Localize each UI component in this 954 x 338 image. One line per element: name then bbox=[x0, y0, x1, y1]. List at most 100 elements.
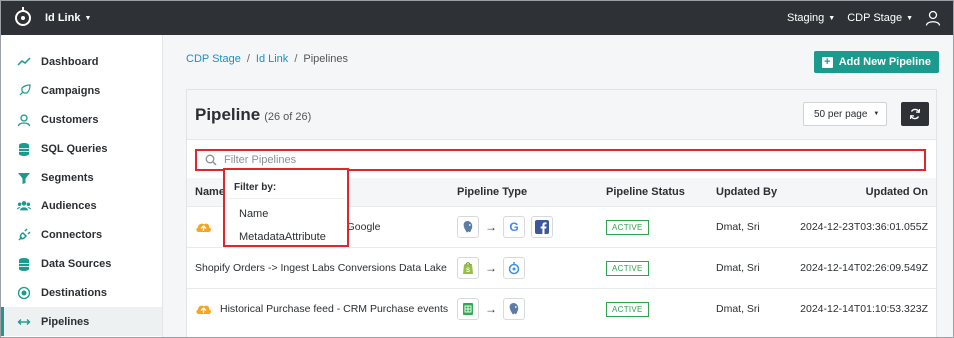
arrow-right-icon: → bbox=[485, 220, 497, 234]
breadcrumb: CDP Stage / Id Link / Pipelines bbox=[186, 53, 348, 65]
column-header-status[interactable]: Pipeline Status bbox=[606, 186, 685, 198]
spreadsheet-icon bbox=[457, 298, 479, 320]
plus-square-icon: + bbox=[821, 56, 833, 68]
column-header-name[interactable]: Name bbox=[195, 186, 225, 198]
add-new-pipeline-button[interactable]: + Add New Pipeline bbox=[813, 51, 939, 73]
pipeline-name[interactable]: Shopify Orders -> Ingest Labs Conversion… bbox=[195, 262, 447, 274]
sidebar-item-label: Dashboard bbox=[41, 56, 99, 69]
updated-on-cell: 2024-12-14T01:10:53.323Z bbox=[800, 303, 928, 315]
filter-icon bbox=[17, 171, 31, 185]
sidebar-item-label: Segments bbox=[41, 171, 94, 184]
column-header-updated-by[interactable]: Updated By bbox=[716, 186, 777, 198]
user-outline-icon bbox=[17, 113, 31, 127]
arrow-right-icon: → bbox=[485, 261, 497, 275]
chart-line-icon bbox=[17, 55, 31, 69]
pipeline-name[interactable]: Historical Purchase feed - CRM Purchase … bbox=[220, 303, 448, 315]
caret-down-icon: ▼ bbox=[828, 14, 836, 22]
env-label: Staging bbox=[786, 12, 825, 24]
arrows-h-icon bbox=[17, 315, 31, 329]
updated-on-cell: 2024-12-23T03:36:01.055Z bbox=[800, 221, 928, 233]
shopify-icon: S bbox=[457, 257, 479, 279]
sidebar-item-label: SQL Queries bbox=[41, 142, 108, 155]
sidebar-item-pipelines[interactable]: Pipelines bbox=[1, 307, 162, 336]
workspace-dropdown[interactable]: CDP Stage ▼ bbox=[847, 12, 913, 24]
caret-down-icon: ▼ bbox=[84, 14, 92, 22]
postgres-icon bbox=[457, 216, 479, 238]
top-right-menu: Staging ▼ CDP Stage ▼ bbox=[787, 10, 941, 26]
pipeline-type-cell: → G bbox=[457, 216, 553, 238]
breadcrumb-id-link[interactable]: Id Link bbox=[256, 53, 288, 65]
users-icon bbox=[17, 199, 31, 213]
breadcrumb-separator: / bbox=[294, 53, 298, 65]
app-window: Id Link ▼ Staging ▼ CDP Stage ▼ Dashboar… bbox=[0, 0, 954, 338]
sidebar-item-label: Campaigns bbox=[41, 85, 101, 98]
filter-pipelines-input[interactable] bbox=[224, 154, 904, 166]
sidebar-item-label: Pipelines bbox=[41, 315, 90, 328]
breadcrumb-current: Pipelines bbox=[303, 53, 349, 65]
pipeline-type-cell: → bbox=[457, 298, 525, 320]
table-row[interactable]: Historical Purchase feed - CRM Purchase … bbox=[187, 288, 936, 329]
status-badge: ACTIVE bbox=[606, 220, 649, 235]
breadcrumb-separator: / bbox=[246, 53, 250, 65]
sidebar-item-dashboard[interactable]: Dashboard bbox=[1, 48, 162, 77]
sidebar-item-segments[interactable]: Segments bbox=[1, 163, 162, 192]
sidebar-item-destinations[interactable]: Destinations bbox=[1, 278, 162, 307]
pipeline-type-cell: S → bbox=[457, 257, 525, 279]
svg-text:S: S bbox=[466, 268, 470, 274]
filter-option-name[interactable]: Name bbox=[239, 208, 268, 220]
database-icon bbox=[17, 257, 31, 271]
sidebar-item-label: Audiences bbox=[41, 200, 97, 213]
refresh-icon bbox=[909, 108, 921, 120]
per-page-value: 50 per page bbox=[814, 108, 868, 120]
updated-by-cell: Dmat, Sri bbox=[716, 221, 760, 233]
divider bbox=[229, 198, 345, 199]
caret-down-icon: ▼ bbox=[906, 14, 913, 22]
filter-by-label: Filter by: bbox=[234, 182, 277, 193]
card-title-text: Pipeline bbox=[195, 105, 261, 124]
workspace-label: CDP Stage bbox=[847, 12, 903, 24]
user-icon[interactable] bbox=[925, 10, 941, 26]
google-icon: G bbox=[503, 216, 525, 238]
database-icon bbox=[17, 142, 31, 156]
status-badge: ACTIVE bbox=[606, 261, 649, 276]
breadcrumb-cdp-stage[interactable]: CDP Stage bbox=[186, 53, 241, 65]
rocket-icon bbox=[17, 84, 31, 98]
env-dropdown[interactable]: Staging ▼ bbox=[787, 12, 835, 24]
app-switcher[interactable]: Id Link ▼ bbox=[45, 12, 91, 24]
sidebar-item-audiences[interactable]: Audiences bbox=[1, 192, 162, 221]
per-page-select[interactable]: 50 per page ▼ bbox=[803, 102, 887, 126]
add-button-label: Add New Pipeline bbox=[838, 56, 931, 68]
refresh-button[interactable] bbox=[901, 102, 929, 126]
updated-on-cell: 2024-12-14T02:26:09.549Z bbox=[800, 262, 928, 274]
target-icon bbox=[17, 286, 31, 300]
cloud-upload-icon bbox=[196, 223, 212, 232]
sidebar-item-customers[interactable]: Customers bbox=[1, 106, 162, 135]
search-icon bbox=[205, 154, 217, 166]
sidebar-item-connectors[interactable]: Connectors bbox=[1, 221, 162, 250]
sidebar-item-data-sources[interactable]: Data Sources bbox=[1, 250, 162, 279]
updated-by-cell: Dmat, Sri bbox=[716, 303, 760, 315]
sidebar-item-label: Data Sources bbox=[41, 257, 112, 270]
app-name: Id Link bbox=[45, 12, 81, 24]
card-header: Pipeline (26 of 26) 50 per page ▼ bbox=[187, 90, 936, 140]
postgres-icon bbox=[503, 298, 525, 320]
pipeline-name-cell: Historical Purchase feed - CRM Purchase … bbox=[195, 303, 448, 315]
filter-option-metadata-attribute[interactable]: MetadataAttribute bbox=[239, 231, 326, 243]
card-title: Pipeline (26 of 26) bbox=[195, 105, 311, 125]
pipeline-count: (26 of 26) bbox=[264, 111, 312, 123]
sidebar-item-sql-queries[interactable]: SQL Queries bbox=[1, 134, 162, 163]
ingest-labs-icon bbox=[503, 257, 525, 279]
pipeline-name-cell: Shopify Orders -> Ingest Labs Conversion… bbox=[195, 262, 447, 274]
cloud-upload-icon bbox=[196, 305, 212, 314]
sidebar: Dashboard Campaigns Customers SQL Querie… bbox=[1, 35, 163, 337]
sidebar-item-campaigns[interactable]: Campaigns bbox=[1, 77, 162, 106]
sidebar-item-label: Customers bbox=[41, 113, 99, 126]
arrow-right-icon: → bbox=[485, 302, 497, 316]
facebook-icon bbox=[531, 216, 553, 238]
app-logo-icon[interactable] bbox=[15, 7, 31, 26]
column-header-updated-on[interactable]: Updated On bbox=[866, 186, 928, 198]
top-bar: Id Link ▼ Staging ▼ CDP Stage ▼ bbox=[1, 1, 953, 35]
column-header-type[interactable]: Pipeline Type bbox=[457, 186, 527, 198]
table-row[interactable]: Shopify Orders -> Ingest Labs Conversion… bbox=[187, 247, 936, 288]
sidebar-item-label: Connectors bbox=[41, 229, 103, 242]
